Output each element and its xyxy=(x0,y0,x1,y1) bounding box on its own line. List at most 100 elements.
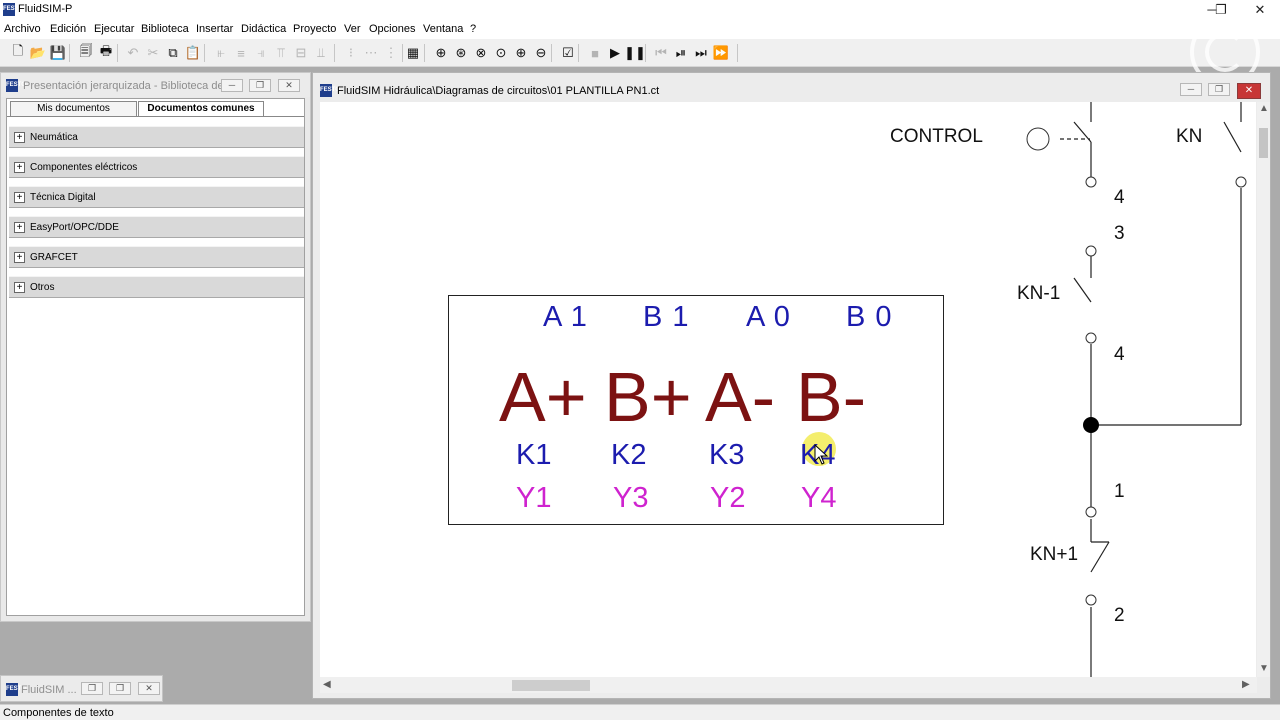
panel-minimize-button[interactable]: ─ xyxy=(221,79,243,92)
align-center-icon[interactable]: ≡ xyxy=(232,44,250,62)
align-left-icon[interactable]: ⫦ xyxy=(212,44,230,62)
library-category-otros[interactable]: + Otros xyxy=(9,276,304,298)
tab-documentos-comunes[interactable]: Documentos comunes xyxy=(138,101,264,116)
panel-restore-button[interactable]: ❐ xyxy=(249,79,271,92)
align-middle-icon[interactable]: ⊟ xyxy=(292,44,310,62)
menu-ventana[interactable]: Ventana xyxy=(423,23,463,35)
expand-icon[interactable]: + xyxy=(14,282,25,293)
festo-logo-icon: FESTO xyxy=(6,79,26,92)
copy-icon[interactable]: ⧉ xyxy=(164,44,182,62)
zoom-out-icon[interactable]: ⊖ xyxy=(532,44,550,62)
paste-icon[interactable]: 📋 xyxy=(184,44,202,62)
print-preview-icon[interactable]: 🗐 xyxy=(77,43,95,62)
fast-forward-icon[interactable]: ⏩ xyxy=(712,44,730,62)
library-category-label: EasyPort/OPC/DDE xyxy=(30,222,119,233)
menu-archivo[interactable]: Archivo xyxy=(4,23,41,35)
terminal-label: 1 xyxy=(1114,481,1125,502)
check-drawing-icon[interactable]: ☑ xyxy=(559,44,577,62)
scroll-right-icon[interactable]: ▶ xyxy=(1242,679,1250,690)
scroll-down-icon[interactable]: ▼ xyxy=(1259,663,1269,674)
status-bar: Componentes de texto xyxy=(0,704,1280,720)
align-top-icon[interactable]: ⫪ xyxy=(272,44,290,62)
scroll-up-icon[interactable]: ▲ xyxy=(1259,103,1269,114)
terminal-label: 4 xyxy=(1114,344,1125,365)
minwin-close-button[interactable]: ✕ xyxy=(138,682,160,695)
library-category-tecnica-digital[interactable]: + Técnica Digital xyxy=(9,186,304,208)
circuit-restore-button[interactable]: ❐ xyxy=(1208,83,1230,96)
vertical-scroll-thumb[interactable] xyxy=(1259,128,1268,158)
library-panel-title-bar: FESTO Presentación jerarquizada - Biblio… xyxy=(1,73,310,97)
step-icon[interactable]: ⏯ xyxy=(672,44,690,62)
menu-edicion[interactable]: Edición xyxy=(50,23,86,35)
align-bottom-icon[interactable]: ⫫ xyxy=(312,44,330,62)
library-tree: Mis documentos Documentos comunes + Neum… xyxy=(6,98,305,616)
expand-icon[interactable]: + xyxy=(14,222,25,233)
menu-ver[interactable]: Ver xyxy=(344,23,361,35)
close-button[interactable]: ✕ xyxy=(1242,1,1278,19)
menu-didactica[interactable]: Didáctica xyxy=(241,23,286,35)
expand-icon[interactable]: + xyxy=(14,252,25,263)
library-category-componentes-electricos[interactable]: + Componentes eléctricos xyxy=(9,156,304,178)
menu-opciones[interactable]: Opciones xyxy=(369,23,415,35)
horizontal-scroll-thumb[interactable] xyxy=(512,680,590,691)
circuit-window: FESTO FluidSIM Hidráulica\Diagramas de c… xyxy=(312,72,1271,699)
terminal-label: 2 xyxy=(1114,605,1125,626)
minwin-maximize-button[interactable]: ❐ xyxy=(109,682,131,695)
circuit-close-button[interactable]: ✕ xyxy=(1237,83,1261,99)
library-panel-title: Presentación jerarquizada - Biblioteca d… xyxy=(23,80,236,92)
menu-proyecto[interactable]: Proyecto xyxy=(293,23,336,35)
step-to-state-icon[interactable]: ⏭ xyxy=(692,44,710,62)
stop-icon[interactable]: ■ xyxy=(586,44,604,62)
menu-biblioteca[interactable]: Biblioteca xyxy=(141,23,189,35)
toolbar: 🗋 📂 💾 🗐 🖶 ↶ ✂ ⧉ 📋 ⫦ ≡ ⫣ ⫪ ⊟ ⫫ ⁝ ⋯ ⋮ ▦ ⊕ ⊛ ⊗ ⊙ ⊕ ⊖ ☑ ■ ▶ ❚❚ ⏮ ⏯ ⏭ ⏩ xyxy=(0,39,1280,67)
toolbar-separator xyxy=(578,44,579,62)
save-icon[interactable]: 💾 xyxy=(49,44,67,62)
component-list-icon[interactable]: ▦ xyxy=(404,44,422,62)
cut-icon[interactable]: ✂ xyxy=(144,44,162,62)
circuit-minimize-button[interactable]: ─ xyxy=(1180,83,1202,96)
circuit-canvas[interactable]: A 1 B 1 A 0 B 0 A+ B+ A- B- K1 K2 K3 K4 … xyxy=(320,102,1256,677)
tab-mis-documentos[interactable]: Mis documentos xyxy=(10,101,137,116)
expand-icon[interactable]: + xyxy=(14,192,25,203)
undo-icon[interactable]: ↶ xyxy=(124,44,142,62)
distribute-v-icon[interactable]: ⋯ xyxy=(362,44,380,62)
open-icon[interactable]: 📂 xyxy=(29,44,47,62)
zoom-window-icon[interactable]: ⊛ xyxy=(452,44,470,62)
pause-icon[interactable]: ❚❚ xyxy=(624,44,646,62)
library-category-neumatica[interactable]: + Neumática xyxy=(9,126,304,148)
expand-icon[interactable]: + xyxy=(14,132,25,143)
minimized-window[interactable]: FESTO FluidSIM ... ❐ ❐ ✕ xyxy=(0,675,163,702)
library-category-label: Neumática xyxy=(30,132,78,143)
horizontal-scrollbar[interactable]: ◀ ▶ xyxy=(320,677,1257,693)
zoom-previous-icon[interactable]: ⊗ xyxy=(472,44,490,62)
library-category-grafcet[interactable]: + GRAFCET xyxy=(9,246,304,268)
menu-ejecutar[interactable]: Ejecutar xyxy=(94,23,134,35)
new-document-icon[interactable]: 🗋 xyxy=(9,43,27,62)
toolbar-separator xyxy=(551,44,552,62)
zoom-page-icon[interactable]: ⊙ xyxy=(492,44,510,62)
expand-icon[interactable]: + xyxy=(14,162,25,173)
vertical-scrollbar[interactable]: ▲ ▼ xyxy=(1257,102,1270,677)
library-category-easyport[interactable]: + EasyPort/OPC/DDE xyxy=(9,216,304,238)
distribute-h-icon[interactable]: ⁝ xyxy=(342,44,360,62)
menu-bar: Archivo Edición Ejecutar Biblioteca Inse… xyxy=(0,20,1280,39)
play-icon[interactable]: ▶ xyxy=(606,44,624,62)
zoom-in-icon[interactable]: ⊕ xyxy=(512,44,530,62)
minwin-restore-button[interactable]: ❐ xyxy=(81,682,103,695)
reset-icon[interactable]: ⏮ xyxy=(652,44,670,62)
status-text: Componentes de texto xyxy=(3,707,114,719)
toolbar-separator xyxy=(402,44,403,62)
grid-icon[interactable]: ⋮ xyxy=(382,44,400,62)
festo-logo-icon: FESTO xyxy=(320,84,340,97)
panel-close-button[interactable]: ✕ xyxy=(278,79,300,92)
circuit-window-title: FluidSIM Hidráulica\Diagramas de circuit… xyxy=(337,85,660,97)
library-category-label: Técnica Digital xyxy=(30,192,96,203)
align-right-icon[interactable]: ⫣ xyxy=(252,44,270,62)
circuit-window-title-bar: FESTO FluidSIM Hidráulica\Diagramas de c… xyxy=(313,80,1270,102)
scroll-left-icon[interactable]: ◀ xyxy=(323,679,331,690)
menu-insertar[interactable]: Insertar xyxy=(196,23,233,35)
menu-help[interactable]: ? xyxy=(470,23,476,35)
zoom-fit-icon[interactable]: ⊕ xyxy=(432,44,450,62)
print-icon[interactable]: 🖶 xyxy=(97,43,115,62)
toolbar-separator xyxy=(645,44,646,62)
